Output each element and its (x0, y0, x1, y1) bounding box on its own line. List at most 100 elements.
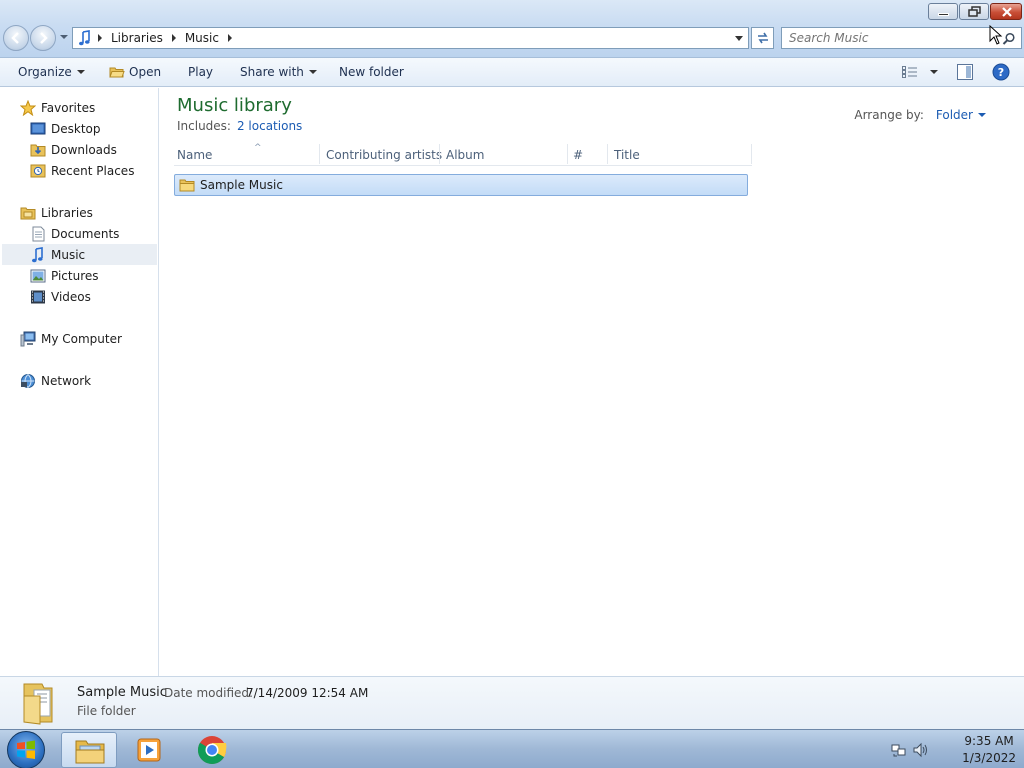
taskbar-explorer[interactable] (61, 732, 117, 768)
start-button[interactable] (7, 731, 45, 768)
back-button[interactable] (3, 25, 29, 51)
address-bar[interactable]: Libraries Music (72, 27, 749, 49)
chevron-down-icon[interactable] (930, 70, 938, 74)
column-header-track-number[interactable]: # (573, 148, 583, 166)
column-header-name[interactable]: Name (177, 148, 212, 166)
window-controls (927, 3, 1022, 20)
pictures-icon (30, 269, 46, 282)
open-folder-icon (109, 67, 125, 78)
breadcrumb-separator-icon[interactable] (227, 34, 232, 42)
sidebar-label: Network (41, 373, 92, 388)
libraries-icon (20, 207, 36, 219)
sidebar-item-recent-places[interactable]: Recent Places (30, 160, 134, 181)
sidebar-label: Favorites (41, 100, 96, 115)
clock-date: 1/3/2022 (962, 751, 1016, 765)
volume-icon[interactable] (913, 742, 929, 758)
documents-icon (32, 226, 45, 241)
sidebar-item-pictures[interactable]: Pictures (30, 265, 99, 286)
column-divider[interactable] (319, 144, 320, 164)
restore-button[interactable] (959, 3, 989, 20)
computer-icon (20, 331, 36, 346)
breadcrumb-separator-icon[interactable] (171, 34, 176, 42)
table-row[interactable]: Sample Music (174, 174, 748, 196)
column-divider[interactable] (567, 144, 568, 164)
arrange-by: Arrange by: Folder (854, 108, 986, 122)
refresh-button[interactable] (751, 27, 774, 49)
arrange-by-dropdown[interactable]: Folder (936, 108, 973, 122)
folder-large-icon (23, 683, 53, 725)
sidebar-item-libraries[interactable]: Libraries (20, 202, 93, 223)
help-button[interactable]: ? (992, 63, 1010, 81)
share-with-label: Share with (240, 65, 304, 79)
breadcrumb-separator-icon[interactable] (98, 34, 102, 42)
mouse-cursor-icon (989, 25, 1003, 45)
sidebar-item-documents[interactable]: Documents (30, 223, 119, 244)
close-button[interactable] (990, 3, 1022, 20)
sidebar-item-my-computer[interactable]: My Computer (20, 328, 122, 349)
taskbar-chrome[interactable] (184, 732, 240, 768)
sidebar-item-videos[interactable]: Videos (30, 286, 91, 307)
organize-button[interactable]: Organize (18, 65, 85, 79)
sidebar-item-favorites[interactable]: Favorites (20, 97, 95, 118)
forward-button[interactable] (30, 25, 56, 51)
recent-pages-dropdown-icon[interactable] (59, 33, 69, 41)
column-divider[interactable] (607, 144, 608, 164)
sidebar-label: Pictures (51, 268, 99, 283)
media-player-icon (137, 738, 161, 762)
refresh-icon (758, 32, 768, 44)
sidebar-item-desktop[interactable]: Desktop (30, 118, 101, 139)
taskbar-media-player[interactable] (122, 732, 178, 768)
column-header-contributing-artists[interactable]: Contributing artists (326, 148, 442, 166)
column-divider[interactable] (751, 144, 752, 164)
column-headers: ^ Name Contributing artists Album # Titl… (174, 142, 752, 166)
breadcrumb-music[interactable]: Music (181, 31, 223, 45)
desktop-icon (30, 122, 46, 134)
search-input[interactable] (782, 31, 992, 45)
search-box[interactable] (781, 27, 1022, 49)
details-date-value[interactable]: 7/14/2009 12:54 AM (246, 686, 368, 700)
chevron-down-icon (76, 70, 85, 74)
preview-pane-button[interactable] (957, 64, 973, 80)
title-bar: Libraries Music (0, 0, 1024, 58)
column-header-album[interactable]: Album (446, 148, 484, 166)
library-title: Music library (177, 95, 292, 116)
details-pane: Sample Music Date modified: 7/14/2009 12… (0, 676, 1024, 729)
videos-icon (31, 290, 45, 303)
sidebar-item-downloads[interactable]: Downloads (30, 139, 117, 160)
play-button[interactable]: Play (188, 65, 213, 79)
clock-time: 9:35 AM (964, 734, 1014, 748)
sidebar-item-music[interactable]: Music (2, 244, 157, 265)
network-status-icon[interactable] (891, 742, 907, 758)
includes-locations-link[interactable]: 2 locations (237, 119, 302, 133)
sidebar-label: Documents (51, 226, 120, 241)
help-icon: ? (992, 63, 1010, 81)
svg-text:?: ? (998, 66, 1004, 79)
restore-icon (968, 6, 981, 17)
breadcrumb-libraries[interactable]: Libraries (107, 31, 167, 45)
system-tray (891, 742, 929, 758)
sidebar-label: Downloads (51, 142, 117, 157)
change-view-button[interactable] (902, 66, 938, 78)
minimize-button[interactable] (928, 3, 958, 20)
details-item-name: Sample Music (77, 685, 167, 700)
sidebar-item-network[interactable]: Network (20, 370, 91, 391)
music-note-icon (32, 246, 43, 262)
new-folder-label: New folder (339, 65, 404, 79)
chevron-down-icon[interactable] (978, 113, 986, 117)
sidebar-label: Recent Places (51, 163, 135, 178)
play-label: Play (188, 65, 214, 79)
view-details-icon (902, 66, 917, 78)
arrow-left-icon (11, 32, 19, 44)
search-icon[interactable] (1002, 32, 1016, 46)
column-divider[interactable] (439, 144, 440, 164)
details-date-label: Date modified: (164, 686, 254, 700)
close-icon (1002, 7, 1012, 17)
clock[interactable]: 9:35 AM 1/3/2022 (962, 734, 1016, 765)
new-folder-button[interactable]: New folder (339, 65, 404, 79)
share-with-button[interactable]: Share with (240, 65, 317, 79)
column-header-title[interactable]: Title (614, 148, 640, 166)
open-button[interactable]: Open (109, 65, 161, 79)
address-dropdown-icon[interactable] (735, 36, 743, 41)
windows-logo-icon (17, 740, 35, 759)
sort-ascending-icon: ^ (254, 143, 262, 153)
